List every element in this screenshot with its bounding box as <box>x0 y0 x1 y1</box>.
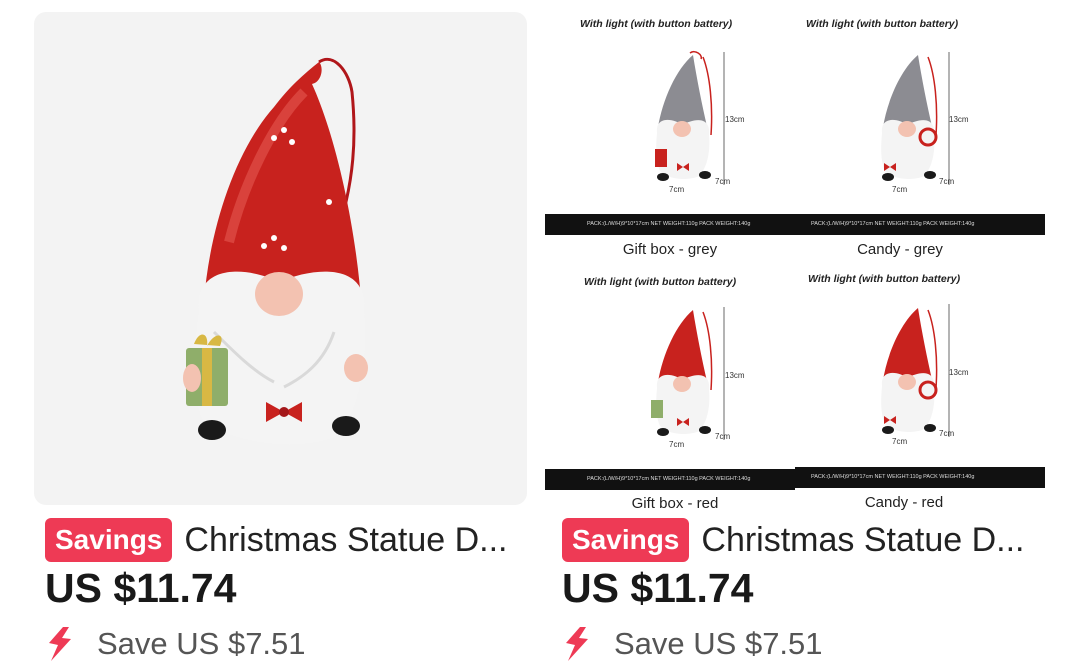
savings-row: Save US $7.51 <box>562 622 823 666</box>
savings-badge: Savings <box>45 518 173 562</box>
width-dimension: 7cm <box>892 185 908 194</box>
variant-header: With light (with button battery) <box>806 18 959 30</box>
product-card-2[interactable]: With light (with button battery) 13cm 7c… <box>545 0 1045 670</box>
product-title-row[interactable]: Savings Christmas Statue D... <box>562 517 1042 563</box>
gnome-figure-red-giftbox <box>183 58 368 445</box>
variant-header: With light (with button battery) <box>584 276 737 288</box>
pack-info-bar: PACK:(L/W/H)9*10*17cm NET WEIGHT:110g PA… <box>795 467 1045 488</box>
variant-header: With light (with button battery) <box>808 273 961 285</box>
pack-info-bar: PACK:(L/W/H)9*10*17cm NET WEIGHT:110g PA… <box>545 469 795 490</box>
savings-amount: Save US $7.51 <box>97 626 306 661</box>
product-card-1[interactable]: Savings Christmas Statue D... US $11.74 … <box>34 0 534 670</box>
depth-dimension: 7cm <box>715 432 731 441</box>
height-dimension: 13cm <box>725 371 745 380</box>
height-dimension: 13cm <box>949 368 969 377</box>
product-price: US $11.74 <box>562 565 754 611</box>
savings-amount: Save US $7.51 <box>614 626 823 661</box>
product-title[interactable]: Christmas Statue D... <box>701 521 1042 560</box>
width-dimension: 7cm <box>669 440 685 449</box>
product-title-row[interactable]: Savings Christmas Statue D... <box>45 517 525 563</box>
product-image-variants[interactable]: With light (with button battery) 13cm 7c… <box>545 0 1045 510</box>
depth-dimension: 7cm <box>715 177 731 186</box>
width-dimension: 7cm <box>892 437 908 446</box>
variant-header: With light (with button battery) <box>580 18 733 30</box>
depth-dimension: 7cm <box>939 177 955 186</box>
height-dimension: 13cm <box>725 115 745 124</box>
pack-info-bar: PACK:(L/W/H)9*10*17cm NET WEIGHT:110g PA… <box>545 214 795 235</box>
variant-label[interactable]: Gift box - grey <box>545 241 795 258</box>
depth-dimension: 7cm <box>939 429 955 438</box>
product-price: US $11.74 <box>45 565 237 611</box>
variant-label[interactable]: Gift box - red <box>550 495 800 510</box>
variant-label[interactable]: Candy - red <box>779 494 1029 510</box>
width-dimension: 7cm <box>669 185 685 194</box>
product-image[interactable] <box>34 12 527 505</box>
flame-bolt-icon <box>566 627 588 661</box>
savings-badge: Savings <box>562 518 690 562</box>
height-dimension: 13cm <box>949 115 969 124</box>
product-title[interactable]: Christmas Statue D... <box>184 521 525 560</box>
savings-row: Save US $7.51 <box>45 622 306 666</box>
pack-info-bar: PACK:(L/W/H)9*10*17cm NET WEIGHT:110g PA… <box>795 214 1045 235</box>
flame-bolt-icon <box>49 627 71 661</box>
variant-label[interactable]: Candy - grey <box>775 241 1025 258</box>
